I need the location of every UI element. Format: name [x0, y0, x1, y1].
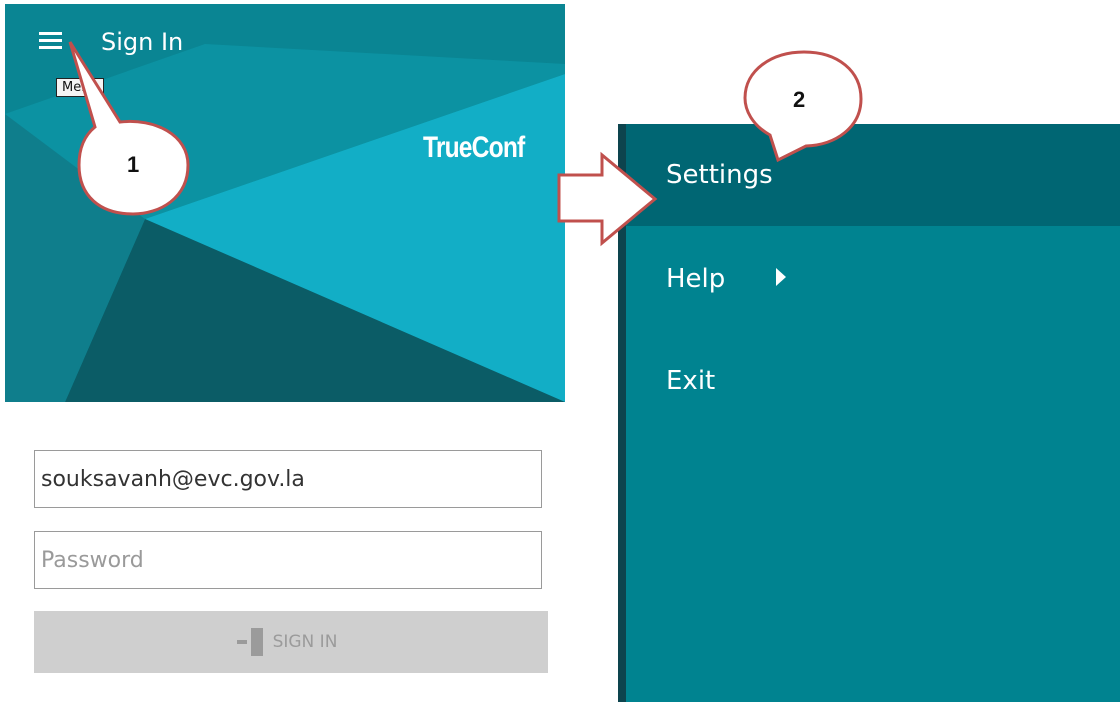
- menu-item-label: Exit: [666, 366, 716, 396]
- password-field[interactable]: [34, 531, 542, 589]
- sign-in-button[interactable]: SIGN IN: [34, 611, 548, 673]
- chevron-right-icon: [776, 268, 786, 286]
- menu-item-help[interactable]: Help: [626, 264, 1120, 304]
- trueconf-logo: TrueConf: [423, 131, 525, 164]
- menu-item-settings[interactable]: Settings: [626, 124, 1120, 226]
- callout-number-2: 2: [793, 87, 806, 112]
- page-title: Sign In: [101, 28, 184, 56]
- menu-tooltip: Menu: [56, 78, 104, 97]
- sign-in-door-icon: [236, 628, 263, 656]
- callout-number-1: 1: [127, 152, 140, 177]
- app-menu: Settings Help Exit: [618, 124, 1120, 702]
- sign-in-label: SIGN IN: [272, 632, 338, 652]
- email-field[interactable]: [34, 450, 542, 508]
- menu-item-label: Settings: [666, 160, 773, 190]
- menu-icon[interactable]: [39, 28, 69, 56]
- banner-background: [5, 4, 565, 402]
- menu-item-exit[interactable]: Exit: [626, 366, 1120, 406]
- login-banner: Sign In Menu TrueConf: [5, 4, 565, 402]
- menu-item-label: Help: [666, 264, 726, 294]
